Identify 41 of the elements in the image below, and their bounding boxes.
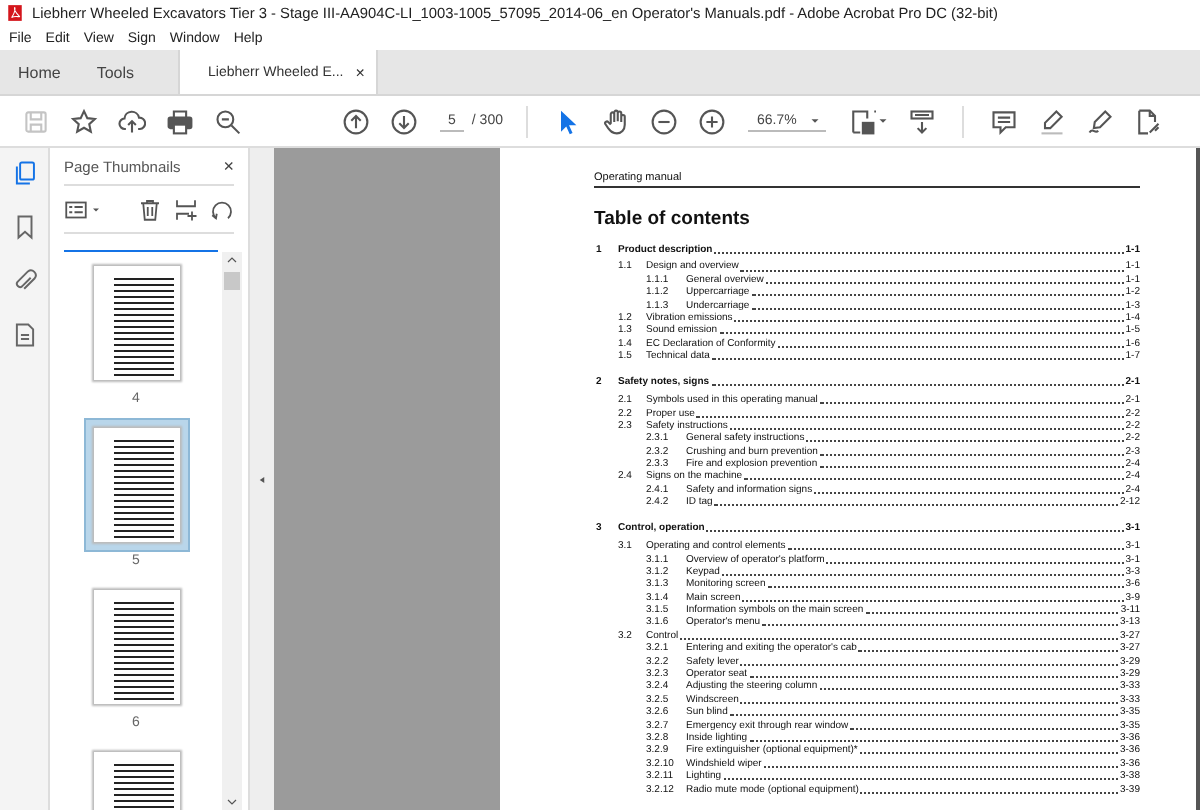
tab[interactable]: Home bbox=[0, 50, 79, 94]
edit-document-icon[interactable] bbox=[1134, 107, 1163, 135]
thumbnail-frame[interactable] bbox=[83, 418, 189, 552]
fit-page-icon bbox=[847, 107, 876, 135]
zoom-out-button-icon[interactable] bbox=[650, 107, 679, 135]
document-icon[interactable] bbox=[11, 322, 37, 348]
pages-icon[interactable] bbox=[11, 160, 37, 186]
page-thumbnail bbox=[93, 590, 179, 704]
close-panel-button[interactable]: × bbox=[223, 156, 234, 176]
close-tab-button[interactable]: × bbox=[355, 63, 365, 81]
zoom-out-icon[interactable] bbox=[214, 107, 242, 135]
thumbnail-options-button[interactable] bbox=[64, 197, 102, 221]
fit-page-button[interactable] bbox=[847, 107, 890, 135]
highlighter-icon[interactable] bbox=[1038, 107, 1067, 135]
hand-icon[interactable] bbox=[602, 107, 631, 135]
next-page-icon[interactable] bbox=[390, 107, 418, 135]
collapse-arrow-icon[interactable] bbox=[256, 473, 268, 485]
list-options-icon bbox=[64, 197, 88, 221]
scrollbar-thumb[interactable] bbox=[224, 272, 240, 290]
insert-pages-icon[interactable] bbox=[174, 197, 198, 221]
caret-icon bbox=[808, 113, 823, 127]
page-thumbnail bbox=[93, 428, 179, 542]
comment-icon[interactable] bbox=[990, 107, 1019, 135]
previous-page-icon[interactable] bbox=[342, 107, 370, 135]
star-icon[interactable] bbox=[70, 107, 98, 135]
toc-heading: Table of contents bbox=[594, 208, 752, 230]
scroll-down-icon[interactable] bbox=[224, 794, 240, 810]
page-thumbnail bbox=[93, 266, 179, 380]
sign-pen-icon[interactable] bbox=[1086, 107, 1115, 135]
rotate-icon[interactable] bbox=[210, 197, 234, 221]
caret-icon bbox=[875, 114, 890, 128]
scrollbar[interactable] bbox=[222, 252, 242, 810]
trash-icon[interactable] bbox=[138, 197, 162, 221]
scroll-up-icon[interactable] bbox=[224, 252, 240, 268]
cloud-upload-icon[interactable] bbox=[118, 107, 146, 135]
printer-icon[interactable] bbox=[166, 107, 194, 135]
scroll-mode-icon[interactable] bbox=[908, 107, 937, 135]
caret-icon bbox=[90, 203, 102, 215]
paperclip-icon[interactable] bbox=[11, 268, 37, 294]
zoom-in-icon[interactable] bbox=[698, 107, 727, 135]
tab[interactable]: Tools bbox=[78, 50, 153, 94]
